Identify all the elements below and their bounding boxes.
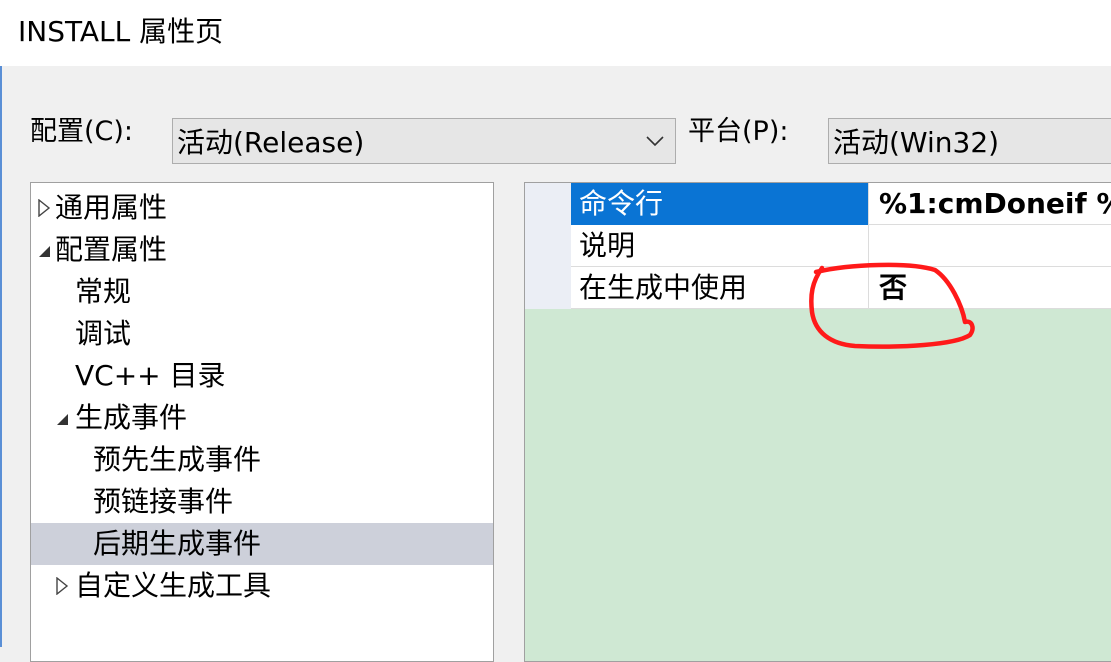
property-name[interactable]: 在生成中使用	[571, 267, 868, 309]
tree-item-label: VC++ 目录	[75, 359, 226, 392]
tree-item-label: 常规	[75, 275, 132, 308]
config-value: 活动(Release)	[177, 126, 365, 159]
platform-label: 平台(P):	[688, 116, 789, 147]
expand-arrow-icon[interactable]	[55, 577, 69, 595]
property-grid: 命令行 %1:cmDoneif % 说明 在生成中使用 否	[524, 182, 1111, 662]
tree-item-label: 预链接事件	[93, 485, 234, 518]
collapse-arrow-icon[interactable]	[37, 241, 51, 259]
property-tree: 通用属性 配置属性 常规 调试 VC++ 目录 生成事件 预先生成事件 预链接事…	[30, 182, 494, 662]
tree-item-general[interactable]: 常规	[31, 271, 493, 313]
row-gutter	[525, 183, 571, 225]
chevron-down-icon	[646, 136, 664, 147]
window-title: INSTALL 属性页	[18, 15, 224, 48]
property-name[interactable]: 说明	[571, 225, 868, 267]
tree-item-label: 生成事件	[75, 401, 188, 434]
tree-item-common-properties[interactable]: 通用属性	[31, 187, 493, 229]
property-row-description[interactable]: 说明	[525, 225, 1111, 267]
tree-item-custom-build-tool[interactable]: 自定义生成工具	[31, 565, 493, 607]
platform-value: 活动(Win32)	[833, 126, 1000, 159]
property-value[interactable]	[869, 225, 1111, 267]
config-dropdown[interactable]: 活动(Release)	[172, 118, 676, 164]
tree-item-label: 调试	[75, 317, 132, 350]
tree-item-post-build-event[interactable]: 后期生成事件	[31, 523, 493, 565]
property-row-command-line[interactable]: 命令行 %1:cmDoneif %	[525, 183, 1111, 225]
collapse-arrow-icon[interactable]	[55, 409, 69, 427]
tree-item-pre-build-event[interactable]: 预先生成事件	[31, 439, 493, 481]
row-gutter	[525, 225, 571, 267]
expand-arrow-icon[interactable]	[37, 199, 51, 217]
tree-item-label: 自定义生成工具	[75, 569, 272, 602]
tree-item-config-properties[interactable]: 配置属性	[31, 229, 493, 271]
row-gutter	[525, 267, 571, 309]
window-border	[0, 66, 2, 647]
property-name[interactable]: 命令行	[571, 183, 868, 225]
tree-item-debugging[interactable]: 调试	[31, 313, 493, 355]
tree-item-build-events[interactable]: 生成事件	[31, 397, 493, 439]
property-value[interactable]: 否	[869, 267, 1111, 309]
tree-item-label: 预先生成事件	[93, 443, 262, 476]
tree-item-label: 后期生成事件	[93, 527, 262, 560]
tree-item-vc-directories[interactable]: VC++ 目录	[31, 355, 493, 397]
tree-item-label: 配置属性	[55, 233, 168, 266]
tree-item-label: 通用属性	[55, 191, 168, 224]
config-label: 配置(C):	[30, 116, 134, 147]
tree-item-pre-link-event[interactable]: 预链接事件	[31, 481, 493, 523]
property-value[interactable]: %1:cmDoneif %	[869, 183, 1111, 225]
platform-dropdown[interactable]: 活动(Win32)	[828, 118, 1111, 164]
title-bar: INSTALL 属性页	[0, 0, 1111, 66]
property-row-use-in-build[interactable]: 在生成中使用 否	[525, 267, 1111, 309]
